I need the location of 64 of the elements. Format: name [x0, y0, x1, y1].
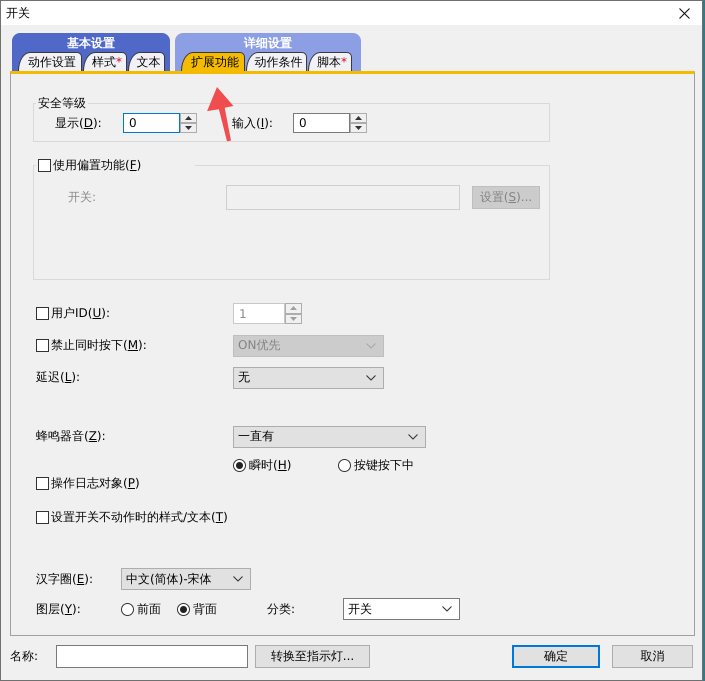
radio-label: 瞬时(H): [249, 456, 292, 474]
number-field[interactable]: 0: [293, 113, 350, 133]
checkbox-label: 设置开关不动作时的样式/文本(T): [51, 508, 228, 526]
chevron-down-icon: [442, 606, 452, 612]
radio-button[interactable]: [233, 458, 246, 472]
close-icon[interactable]: [679, 8, 690, 18]
field-label: 分类:: [267, 600, 296, 618]
input-field[interactable]: [56, 645, 248, 668]
radio-label: 按键按下中: [354, 456, 414, 474]
field-label: 显示(D):: [55, 114, 103, 132]
dropdown[interactable]: 开关: [343, 598, 460, 620]
radio-label: 前面: [137, 600, 161, 618]
tab[interactable]: 样式*: [83, 52, 127, 71]
up-triangle-icon: [290, 306, 297, 310]
tab[interactable]: 脚本*: [308, 52, 352, 71]
tab[interactable]: 扩展功能: [181, 52, 245, 71]
dropdown[interactable]: 中文(简体)-宋体: [121, 568, 251, 590]
dropdown[interactable]: 无: [233, 366, 384, 388]
down-triangle-icon: [355, 126, 362, 130]
field-label: 汉字圈(E):: [36, 570, 94, 588]
field-label: 开关:: [68, 189, 98, 206]
checkbox[interactable]: [36, 339, 49, 352]
checkbox-label: 使用偏置功能(F): [53, 157, 142, 173]
spin-up-button[interactable]: [180, 113, 197, 123]
checkbox[interactable]: [36, 307, 49, 320]
dialog-button[interactable]: 转换至指示灯...: [255, 645, 370, 668]
field-label: 名称:: [10, 648, 40, 665]
up-triangle-icon: [185, 116, 192, 120]
checkbox[interactable]: [36, 476, 49, 490]
spin-up-button[interactable]: [350, 113, 367, 123]
checkbox-label: 禁止同时按下(M):: [51, 337, 147, 354]
tab-group-title: 详细设置: [244, 36, 292, 51]
dialog-button[interactable]: 取消: [612, 645, 693, 668]
checkbox-label: 操作日志对象(P): [51, 474, 140, 492]
chevron-down-icon: [408, 434, 418, 440]
field-label: 延迟(L):: [36, 369, 80, 386]
radio-button[interactable]: [177, 602, 190, 616]
radio-button[interactable]: [338, 458, 351, 472]
tab[interactable]: 动作设置: [18, 52, 82, 71]
spin-down-button[interactable]: [180, 123, 197, 133]
checkbox[interactable]: [38, 158, 51, 172]
dropdown[interactable]: 一直有: [233, 426, 426, 448]
window-title: 开关: [6, 4, 30, 22]
chevron-down-icon: [366, 342, 376, 348]
tab[interactable]: 文本: [128, 52, 165, 71]
tab[interactable]: 动作条件: [246, 52, 307, 71]
group-box-title: 安全等级: [38, 95, 86, 111]
down-triangle-icon: [185, 126, 192, 130]
tab-group-title: 基本设置: [67, 36, 115, 51]
field-label: 图层(Y):: [36, 600, 81, 618]
text-field[interactable]: [226, 185, 460, 210]
down-triangle-icon: [290, 316, 297, 321]
checkbox[interactable]: [36, 510, 49, 524]
up-triangle-icon: [355, 116, 362, 120]
checkbox-label: 用户ID(U):: [51, 305, 110, 322]
field-label: 输入(I):: [232, 114, 274, 132]
number-field[interactable]: 0: [123, 113, 180, 133]
spin-down-button[interactable]: [350, 123, 367, 133]
chevron-down-icon: [233, 576, 243, 582]
field-label: 蜂鸣器音(Z):: [36, 428, 106, 445]
radio-button[interactable]: [121, 602, 134, 616]
radio-label: 背面: [193, 600, 217, 618]
chevron-down-icon: [366, 374, 376, 380]
dialog-button[interactable]: 确定: [512, 645, 600, 668]
